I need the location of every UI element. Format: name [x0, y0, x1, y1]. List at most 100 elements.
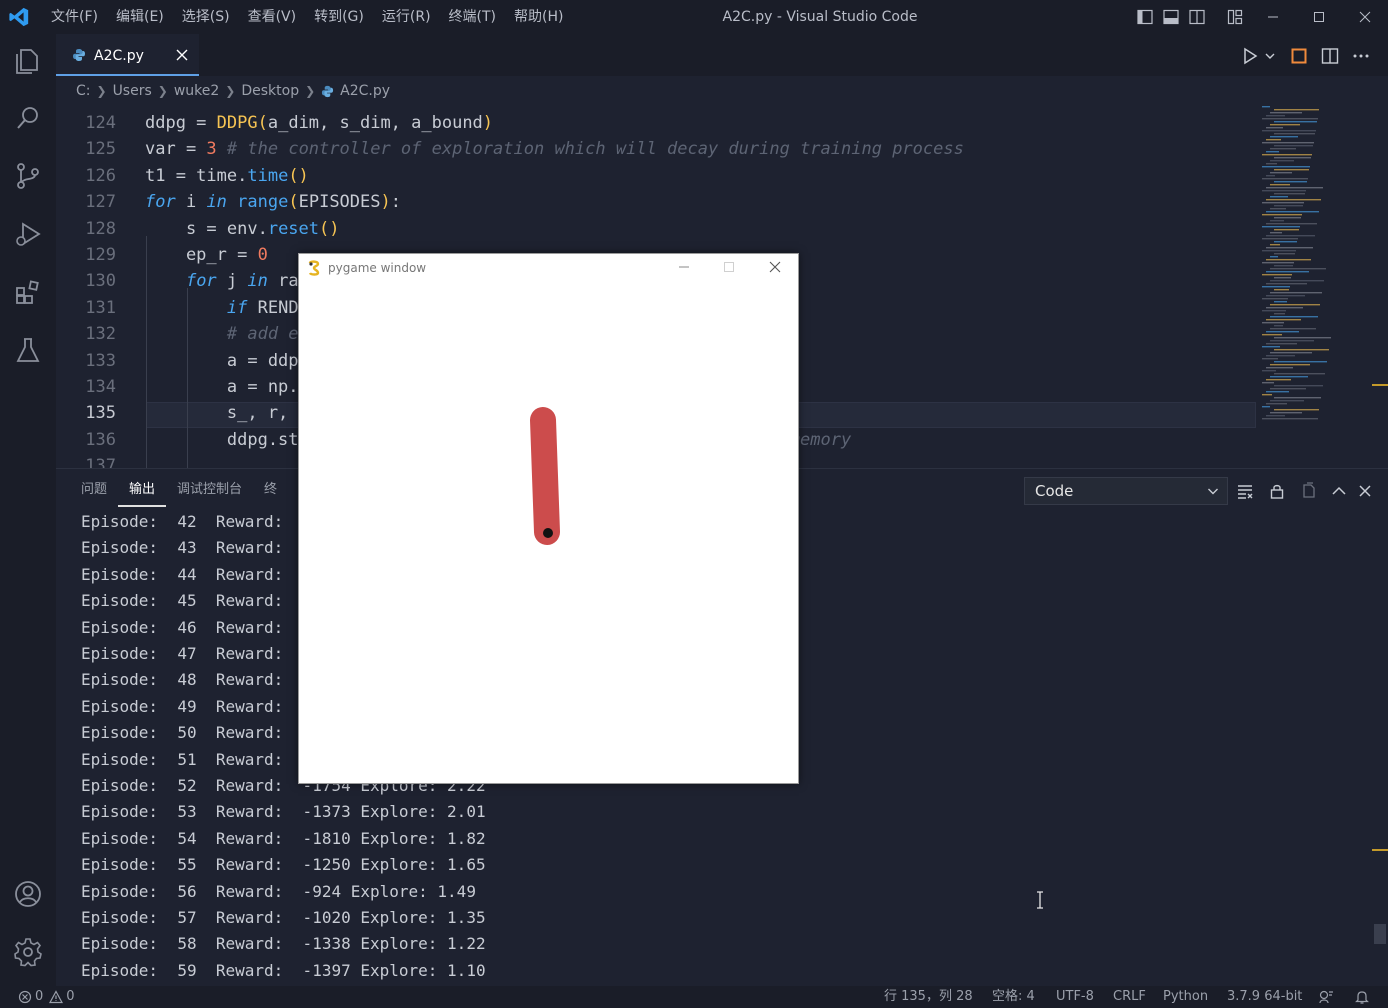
feedback-icon[interactable] — [1318, 989, 1334, 1005]
status-eol[interactable]: CRLF — [1113, 986, 1146, 1008]
toggle-panel-icon[interactable] — [1163, 9, 1179, 25]
close-window-button[interactable] — [1342, 0, 1388, 34]
minimap-line — [1262, 322, 1284, 324]
tab-a2c-py[interactable]: A2C.py — [56, 34, 199, 76]
status-problems[interactable]: 0 0 — [18, 986, 75, 1008]
line-number: 134 — [85, 377, 116, 397]
menu-terminal[interactable]: 终端(T) — [440, 0, 505, 34]
minimap-line — [1274, 385, 1323, 387]
output-line: Episode: 57 Reward: -1020 Explore: 1.35 — [81, 908, 486, 927]
search-icon[interactable] — [12, 102, 44, 134]
lock-scroll-icon[interactable] — [1268, 482, 1286, 500]
minimap-line — [1270, 160, 1294, 162]
pygame-window[interactable]: pygame window — [298, 253, 799, 784]
status-encoding[interactable]: UTF-8 — [1056, 986, 1094, 1008]
minimap-line — [1266, 151, 1279, 153]
warning-count: 0 — [66, 989, 75, 1004]
open-output-editor-icon[interactable] — [1300, 482, 1318, 500]
minimap-line — [1262, 238, 1298, 240]
run-debug-icon[interactable] — [12, 218, 44, 250]
menu-go[interactable]: 转到(G) — [305, 0, 373, 34]
split-editor-icon[interactable] — [1320, 46, 1340, 66]
breadcrumb-desktop[interactable]: Desktop — [241, 83, 299, 99]
minimap-line — [1274, 145, 1313, 147]
minimap-line — [1274, 121, 1317, 123]
minimap-line — [1266, 379, 1291, 381]
minimap-line — [1270, 292, 1322, 294]
minimap-line — [1274, 253, 1295, 255]
breadcrumb-drive[interactable]: C: — [76, 83, 91, 99]
minimap-line — [1270, 220, 1284, 222]
tab-debug-console[interactable]: 调试控制台 — [166, 469, 253, 509]
minimap-line — [1274, 409, 1319, 411]
output-line: Episode: 49 Reward: — [81, 696, 284, 716]
minimap-line — [1274, 265, 1293, 267]
code-text: ep_r = 0 — [145, 245, 268, 265]
menu-help[interactable]: 帮助(H) — [505, 0, 572, 34]
minimap-line — [1266, 307, 1303, 309]
status-bar: 0 0 行 135，列 28 空格: 4 UTF-8 CRLF Python 3… — [0, 986, 1388, 1008]
status-language[interactable]: Python — [1163, 986, 1208, 1008]
settings-gear-icon[interactable] — [12, 936, 44, 968]
run-options-chevron-icon[interactable] — [1263, 46, 1277, 66]
minimap[interactable] — [1262, 106, 1372, 436]
clear-output-icon[interactable] — [1236, 482, 1254, 500]
tab-terminal[interactable]: 终 — [253, 469, 288, 509]
customize-layout-icon[interactable] — [1227, 9, 1243, 25]
chevron-right-icon: ❯ — [157, 84, 168, 98]
menu-selection[interactable]: 选择(S) — [173, 0, 239, 34]
minimap-line — [1266, 355, 1295, 357]
minimap-line — [1262, 382, 1274, 384]
more-actions-icon[interactable] — [1351, 46, 1371, 66]
scrollbar-marker — [1372, 849, 1388, 851]
output-channel-value: Code — [1035, 482, 1074, 500]
testing-flask-icon[interactable] — [12, 334, 44, 366]
maximize-button[interactable] — [1296, 0, 1342, 34]
minimap-line — [1266, 223, 1317, 225]
menu-view[interactable]: 查看(V) — [239, 0, 306, 34]
account-icon[interactable] — [12, 878, 44, 910]
menu-edit[interactable]: 编辑(E) — [107, 0, 173, 34]
warning-icon — [49, 990, 64, 1004]
status-interpreter[interactable]: 3.7.9 64-bit — [1227, 986, 1302, 1008]
minimap-line — [1266, 319, 1301, 321]
explorer-icon[interactable] — [12, 44, 44, 76]
toggle-secondary-sidebar-icon[interactable] — [1189, 9, 1205, 25]
source-control-icon[interactable] — [12, 160, 44, 192]
toggle-sidebar-icon[interactable] — [1137, 9, 1153, 25]
breadcrumb-user[interactable]: wuke2 — [174, 83, 219, 99]
breadcrumb-file[interactable]: A2C.py — [340, 83, 390, 99]
minimap-line — [1270, 112, 1302, 114]
close-panel-icon[interactable] — [1356, 482, 1374, 500]
run-python-file-icon[interactable] — [1240, 46, 1260, 66]
maximize-panel-chevron-up-icon[interactable] — [1330, 482, 1348, 500]
menu-file[interactable]: 文件(F) — [42, 0, 107, 34]
breadcrumb: C: ❯ Users ❯ wuke2 ❯ Desktop ❯ A2C.py — [76, 76, 390, 106]
pygame-maximize-icon[interactable] — [720, 258, 738, 276]
breadcrumb-users[interactable]: Users — [113, 83, 152, 99]
activity-bar — [0, 34, 56, 986]
pygame-close-icon[interactable] — [766, 258, 784, 276]
output-channel-select[interactable]: Code — [1024, 477, 1228, 505]
chevron-right-icon: ❯ — [225, 84, 236, 98]
panel-scrollbar-thumb[interactable] — [1374, 924, 1386, 944]
line-number: 131 — [85, 297, 116, 318]
minimap-line — [1274, 217, 1301, 219]
tab-output[interactable]: 输出 — [118, 469, 167, 507]
minimap-line — [1262, 358, 1278, 360]
pygame-minimize-icon[interactable] — [675, 258, 693, 276]
tab-close-icon[interactable] — [174, 47, 190, 63]
status-cursor-position[interactable]: 行 135，列 28 — [884, 986, 973, 1008]
minimize-button[interactable] — [1250, 0, 1296, 34]
menu-run[interactable]: 运行(R) — [373, 0, 440, 34]
extensions-icon[interactable] — [12, 276, 44, 308]
tab-problems[interactable]: 问题 — [70, 469, 118, 509]
minimap-line — [1266, 415, 1285, 417]
menu-bar: 文件(F) 编辑(E) 选择(S) 查看(V) 转到(G) 运行(R) 终端(T… — [42, 0, 572, 34]
notifications-bell-icon[interactable] — [1354, 989, 1370, 1005]
stop-icon[interactable] — [1289, 46, 1309, 66]
minimap-line — [1270, 400, 1304, 402]
minimap-line — [1270, 172, 1292, 174]
status-indentation[interactable]: 空格: 4 — [992, 986, 1035, 1008]
output-line: Episode: 46 Reward: — [81, 617, 284, 637]
